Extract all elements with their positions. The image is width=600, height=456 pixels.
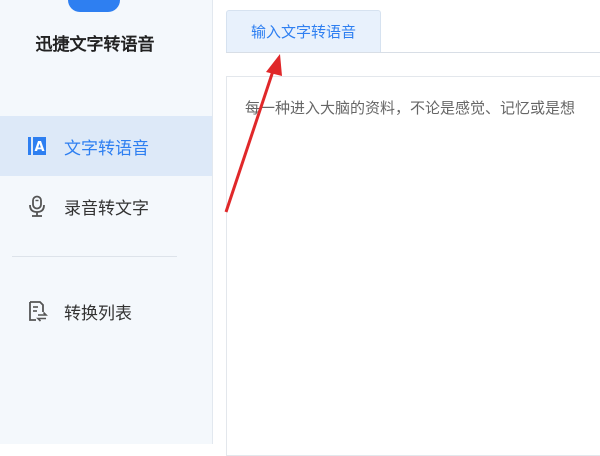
app-logo-icon [68, 0, 120, 12]
sidebar-item-label: 转换列表 [64, 303, 132, 324]
app-name: 迅捷文字转语音 [35, 35, 155, 55]
tab-bar: 输入文字转语音 [226, 0, 600, 53]
sidebar-item-text-to-speech[interactable]: A 文字转语音 [0, 116, 212, 176]
sidebar-item-convert-list[interactable]: 转换列表 [0, 281, 212, 341]
svg-text:A: A [34, 140, 44, 155]
editor-text: 每一种进入大脑的资料，不论是感觉、记忆或是想 [245, 99, 576, 117]
sidebar-divider [12, 256, 177, 257]
sidebar-item-label: 文字转语音 [64, 138, 149, 159]
text-a-icon: A [26, 135, 48, 157]
convert-list-icon [26, 300, 48, 322]
text-input-area[interactable]: 每一种进入大脑的资料，不论是感觉、记忆或是想 [226, 76, 600, 456]
sidebar-item-speech-to-text[interactable]: 录音转文字 [0, 176, 212, 236]
microphone-icon [26, 195, 48, 217]
sidebar: 迅捷文字转语音 A 文字转语音 录音转文字 转换列表 [0, 0, 213, 444]
tab-input-text-to-speech[interactable]: 输入文字转语音 [226, 10, 381, 52]
sidebar-item-label: 录音转文字 [64, 198, 149, 219]
